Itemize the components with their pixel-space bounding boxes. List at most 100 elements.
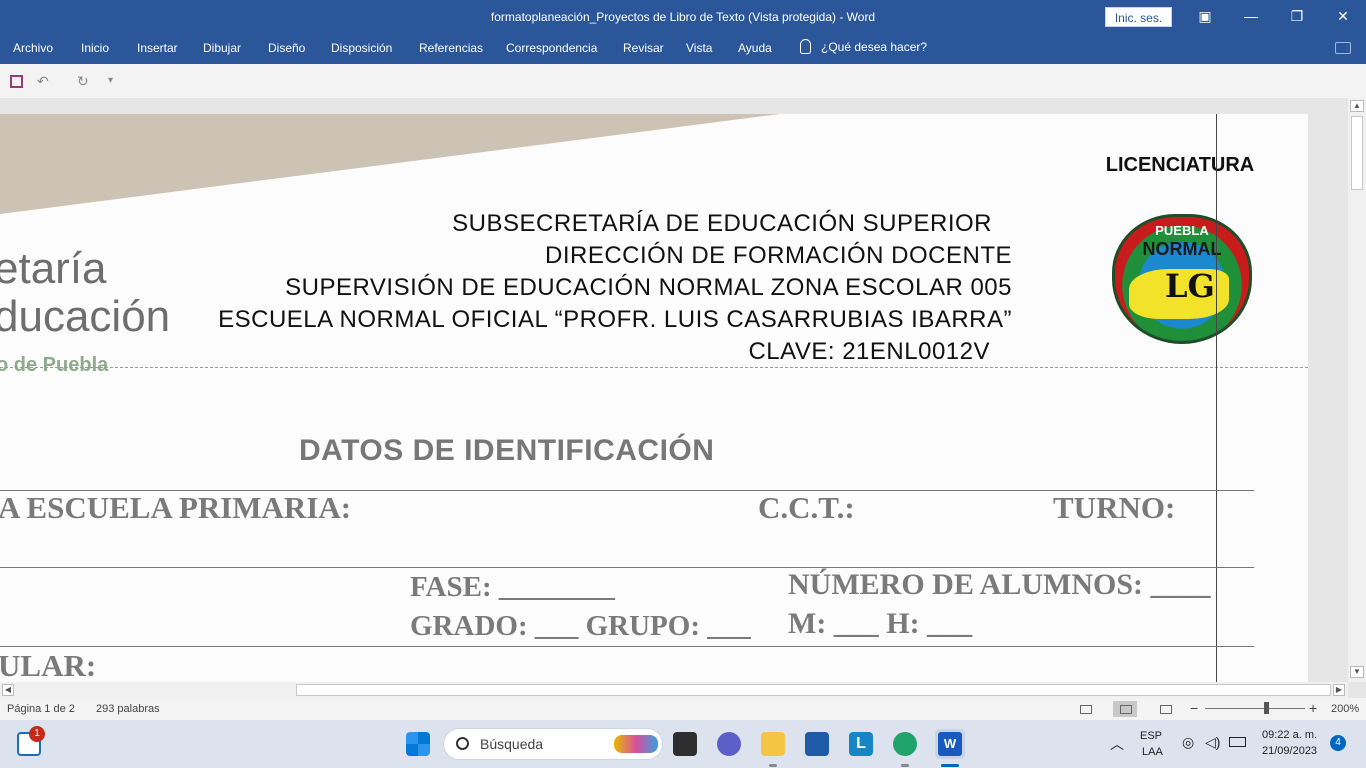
grado-grupo-label: GRADO: ___ GRUPO: ___ [410, 610, 751, 642]
row3-label: ULAR: [0, 648, 97, 682]
tab-archivo[interactable]: Archivo [13, 41, 53, 55]
ribbon-tabs: Archivo Inicio Insertar Dibujar Diseño D… [0, 34, 1366, 64]
running-indicator [901, 764, 909, 767]
word-taskbar-button[interactable]: W [935, 729, 965, 759]
emblem-shield: PUEBLA NORMAL LG [1112, 214, 1252, 344]
widgets-icon[interactable]: 1 [17, 726, 45, 756]
vertical-scrollbar[interactable]: ▲ ▼ [1348, 98, 1366, 682]
fase-label: FASE: ________ [410, 571, 615, 603]
logo-text-line2: ducación [0, 292, 171, 341]
task-view-icon[interactable] [673, 732, 697, 756]
tab-disposicion[interactable]: Disposición [331, 41, 392, 55]
tab-correspondencia[interactable]: Correspondencia [506, 41, 597, 55]
horizontal-scrollbar[interactable]: ◀ ▶ [0, 682, 1348, 698]
scroll-left-icon[interactable]: ◀ [2, 684, 14, 696]
document-page[interactable]: etaría ducación o de Puebla SUBSECRETARÍ… [0, 114, 1308, 682]
header-banner [0, 114, 780, 214]
notifications-badge[interactable]: 4 [1330, 735, 1346, 751]
tell-me-label: ¿Qué desea hacer? [821, 39, 928, 54]
comments-icon[interactable] [1335, 42, 1351, 54]
vertical-scroll-thumb[interactable] [1351, 116, 1363, 190]
tab-insertar[interactable]: Insertar [137, 41, 178, 55]
emblem-text-normal: NORMAL [1142, 239, 1222, 259]
app-l-icon[interactable]: L [849, 732, 873, 756]
school-label: A ESCUELA PRIMARIA: [0, 490, 352, 525]
tab-vista[interactable]: Vista [686, 41, 712, 55]
section-title: DATOS DE IDENTIFICACIÓN [299, 434, 715, 467]
search-icon [456, 737, 469, 750]
sign-in-button[interactable]: Inic. ses. [1105, 7, 1172, 27]
customize-qat-icon[interactable]: ▾ [108, 75, 113, 86]
emblem-text-puebla: PUEBLA [1155, 223, 1209, 238]
alumnos-label: NÚMERO DE ALUMNOS: ____ [788, 568, 1211, 601]
input-language-1[interactable]: ESP [1140, 730, 1162, 742]
word-icon: W [938, 732, 962, 756]
tab-revisar[interactable]: Revisar [623, 41, 664, 55]
active-indicator [941, 764, 959, 767]
header-line-5: CLAVE: 21ENL0012V [748, 338, 990, 365]
zoom-slider-knob[interactable] [1264, 702, 1269, 714]
print-layout-button[interactable] [1113, 701, 1137, 717]
tab-dibujar[interactable]: Dibujar [203, 41, 241, 55]
tab-ayuda[interactable]: Ayuda [738, 41, 772, 55]
redo-icon[interactable]: ↻ [77, 73, 89, 90]
emblem-arc-text: LICENCIATURA [1105, 154, 1255, 176]
chevron-up-icon[interactable]: ︿ [1110, 734, 1124, 754]
tell-me-search[interactable]: ¿Qué desea hacer? [800, 39, 927, 54]
clock-date[interactable]: 21/09/2023 [1262, 745, 1317, 757]
zoom-in-button[interactable]: + [1309, 700, 1317, 716]
ribbon-options-icon: ▣ [1198, 8, 1212, 24]
header-line-2: DIRECCIÓN DE FORMACIÓN DOCENTE [544, 242, 1012, 269]
ribbon-display-options-button[interactable]: ▣ [1182, 0, 1228, 34]
logo-text-line3: o de Puebla [0, 354, 109, 376]
header-line-4: ESCUELA NORMAL OFICIAL “PROFR. LUIS CASA… [218, 306, 1012, 333]
taskbar-search[interactable]: Búsqueda [443, 728, 663, 760]
scroll-right-icon[interactable]: ▶ [1333, 684, 1345, 696]
school-emblem: LICENCIATURA PUEBLA NORMAL LG [1090, 154, 1270, 354]
scroll-up-icon[interactable]: ▲ [1350, 100, 1364, 112]
turno-label: TURNO: [1053, 490, 1176, 525]
battery-icon[interactable] [1229, 737, 1246, 747]
cct-label: C.C.T.: [758, 490, 855, 525]
file-explorer-icon[interactable] [761, 732, 785, 756]
minimize-button[interactable]: — [1228, 0, 1274, 34]
emblem-text-lg: LG [1165, 267, 1215, 305]
edge-icon[interactable] [893, 732, 917, 756]
lightbulb-icon [800, 39, 811, 54]
logo-text-line1: etaría [0, 244, 107, 293]
tab-diseno[interactable]: Diseño [268, 41, 305, 55]
status-bar: Página 1 de 2 293 palabras − + 200% [0, 698, 1366, 720]
zoom-slider[interactable] [1205, 708, 1305, 709]
clock-time[interactable]: 09:22 a. m. [1262, 729, 1317, 741]
horizontal-scroll-thumb[interactable] [296, 684, 1331, 696]
read-mode-button[interactable] [1073, 701, 1097, 717]
print-layout-icon [1120, 705, 1132, 714]
input-language-2[interactable]: LAA [1142, 746, 1163, 758]
margin-line [1216, 114, 1217, 682]
network-icon[interactable]: ◎ [1182, 734, 1194, 751]
chat-icon[interactable] [717, 732, 741, 756]
scroll-down-icon[interactable]: ▼ [1350, 666, 1364, 678]
tab-referencias[interactable]: Referencias [419, 41, 483, 55]
search-placeholder: Búsqueda [480, 736, 544, 752]
title-bar: formatoplaneación_Proyectos de Libro de … [0, 0, 1366, 34]
quick-access-toolbar: ↶ ↻ ▾ [0, 64, 1366, 98]
store-icon[interactable] [805, 732, 829, 756]
running-indicator [769, 764, 777, 767]
word-count[interactable]: 293 palabras [96, 703, 160, 715]
tab-inicio[interactable]: Inicio [81, 41, 109, 55]
start-button[interactable] [406, 732, 430, 756]
widgets-badge: 1 [29, 726, 45, 742]
volume-icon[interactable]: ◁) [1205, 734, 1220, 751]
restore-button[interactable]: ❐ [1274, 0, 1320, 34]
close-button[interactable]: ✕ [1320, 0, 1366, 34]
web-layout-button[interactable] [1153, 701, 1177, 717]
taskbar: 1 Búsqueda L W ︿ ESP LAA ◎ ◁) 09:22 a. m… [0, 720, 1366, 768]
header-line-1: SUBSECRETARÍA DE EDUCACIÓN SUPERIOR [452, 210, 992, 237]
save-icon[interactable] [10, 75, 23, 88]
undo-icon[interactable]: ↶ [37, 73, 49, 90]
document-area: etaría ducación o de Puebla SUBSECRETARÍ… [0, 98, 1348, 682]
zoom-level[interactable]: 200% [1331, 703, 1359, 715]
page-count[interactable]: Página 1 de 2 [7, 703, 75, 715]
zoom-out-button[interactable]: − [1190, 700, 1198, 716]
